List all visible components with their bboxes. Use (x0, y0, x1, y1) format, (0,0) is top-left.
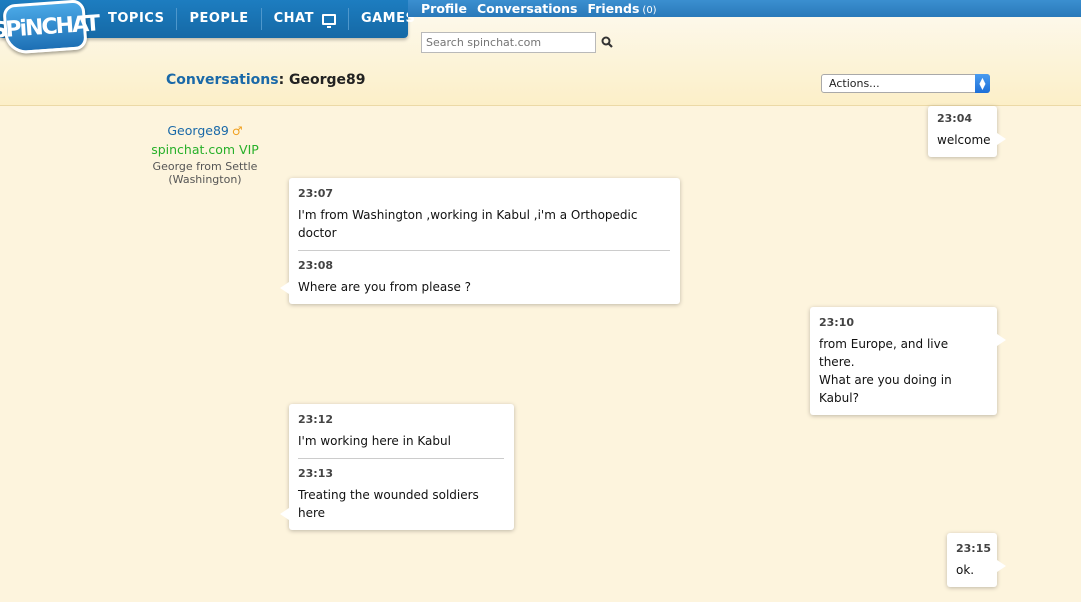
nav-chat[interactable]: CHAT (262, 8, 349, 30)
profile-location: George from Settle (Washington) (140, 160, 270, 186)
message-bubble-outgoing: 23:10 from Europe, and live there. What … (810, 307, 1006, 415)
message-text: What are you doing in Kabul? (819, 373, 952, 405)
spinchat-logo[interactable]: SPiNCHAT (0, 0, 99, 55)
select-arrows-icon: ▲ ▼ (975, 74, 990, 93)
message-text: ok. (956, 563, 975, 577)
message-time: 23:12 (298, 413, 334, 426)
male-icon: ♂ (231, 124, 243, 138)
friends-count: (0) (642, 5, 657, 16)
message: 23:07 I'm from Washington ,working in Ka… (298, 187, 670, 242)
message-text: welcome (937, 133, 991, 147)
message-bubble-incoming: 23:12 I'm working here in Kabul 23:13 Tr… (280, 404, 514, 530)
title-colon: : (278, 72, 285, 88)
profile-name[interactable]: George89 (167, 123, 228, 138)
conversation-user: George89 (289, 72, 366, 88)
message-bubble-incoming: 23:07 I'm from Washington ,working in Ka… (280, 178, 680, 304)
message-text: Where are you from please ? (298, 280, 472, 294)
message-bubble-outgoing: 23:04 welcome (928, 106, 1006, 157)
nav-people[interactable]: PEOPLE (177, 8, 262, 30)
nav-topics[interactable]: TOPICS (96, 8, 178, 30)
message: 23:15 ok. (956, 542, 992, 579)
message-text: Treating the wounded soldiers here (298, 488, 479, 520)
sub-nav: Profile Conversations Friends (0) (408, 0, 1081, 17)
profile-card: George89 ♂ spinchat.com VIP George from S… (140, 120, 270, 186)
subnav-friends[interactable]: Friends (0) (587, 1, 656, 16)
message-time: 23:04 (937, 112, 973, 125)
subnav-profile[interactable]: Profile (421, 1, 467, 16)
nav-chat-label: CHAT (273, 11, 314, 26)
nav-topics-label: TOPICS (108, 11, 165, 26)
message: 23:04 welcome (937, 112, 991, 149)
actions-label: Actions... (829, 77, 880, 90)
search-input[interactable] (421, 32, 596, 53)
message-text: I'm from Washington ,working in Kabul ,i… (298, 208, 638, 240)
message-text: from Europe, and live there. (819, 337, 949, 369)
search-icon[interactable] (601, 36, 613, 48)
actions-select[interactable]: Actions... ▲ ▼ (821, 74, 990, 93)
title-label: Conversations (166, 72, 279, 88)
message-text: I'm working here in Kabul (298, 434, 451, 448)
message-time: 23:08 (298, 259, 334, 272)
message-time: 23:15 (956, 542, 992, 555)
message: 23:13 Treating the wounded soldiers here (298, 458, 504, 522)
location-line-1: George from Settle (152, 160, 258, 173)
message-time: 23:10 (819, 316, 855, 329)
nav-people-label: PEOPLE (189, 11, 249, 26)
monitor-icon (321, 13, 336, 28)
page-title: Conversations: (166, 72, 284, 88)
message-time: 23:13 (298, 467, 334, 480)
message: 23:12 I'm working here in Kabul (298, 413, 504, 450)
vip-badge: spinchat.com VIP (151, 142, 259, 157)
message-bubble-outgoing: 23:15 ok. (947, 533, 1006, 587)
message-time: 23:07 (298, 187, 334, 200)
location-line-2: (Washington) (168, 173, 242, 186)
message: 23:10 from Europe, and live there. What … (819, 316, 987, 407)
subnav-conversations[interactable]: Conversations (477, 1, 578, 16)
subnav-friends-label: Friends (587, 1, 640, 16)
message: 23:08 Where are you from please ? (298, 250, 670, 296)
